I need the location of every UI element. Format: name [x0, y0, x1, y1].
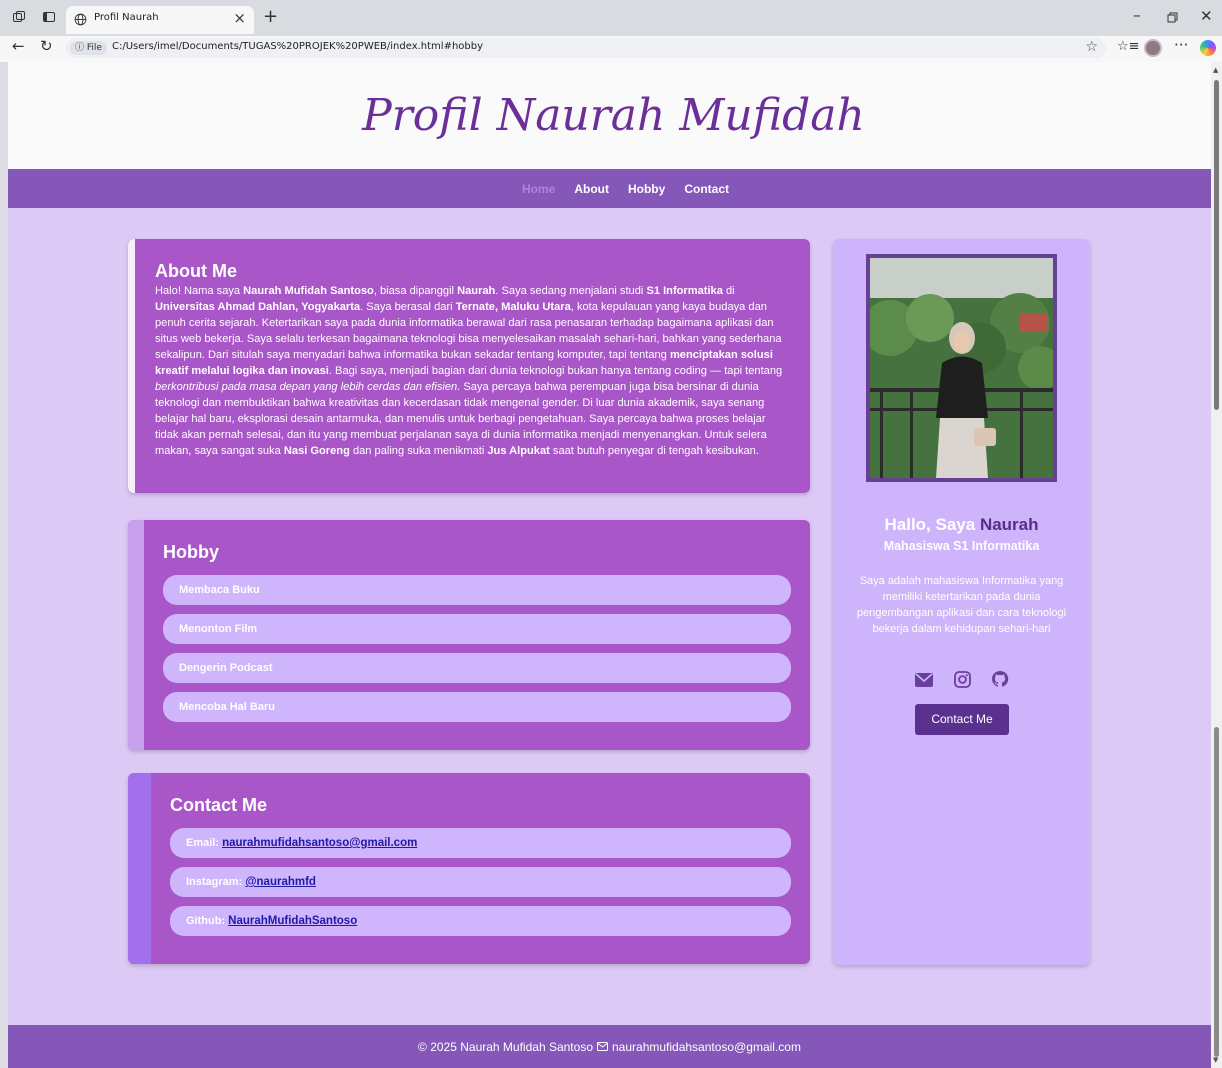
about-text-segment: , biasa dipanggil	[373, 285, 458, 297]
about-bold-text: Naurah	[457, 285, 496, 297]
contact-email-row: Email: naurahmufidahsantoso@gmail.com	[170, 828, 791, 858]
contact-github-label: Github:	[186, 915, 226, 927]
hobby-heading: Hobby	[163, 542, 219, 562]
workspaces-icon[interactable]	[12, 10, 26, 27]
about-bold-text: S1 Informatika	[646, 285, 723, 297]
browser-chrome: Profil Naurah × + – ✕ ← ↻ ⓘ File C:/User…	[0, 0, 1222, 62]
about-bold-text: Universitas Ahmad Dahlan, Yogyakarta	[155, 301, 361, 313]
contact-email-label: Email:	[186, 837, 220, 849]
instagram-icon[interactable]	[953, 670, 971, 692]
contact-instagram-label: Instagram:	[186, 876, 243, 888]
contact-accent-bar	[128, 773, 151, 964]
hobby-item: Menonton Film	[163, 614, 791, 644]
about-bold-text: Ternate, Maluku Utara	[455, 301, 571, 313]
github-icon[interactable]	[991, 670, 1009, 692]
profile-role: Mahasiswa S1 Informatika	[883, 539, 1040, 553]
copilot-icon[interactable]	[1200, 40, 1216, 56]
tab-actions-icon[interactable]	[42, 10, 56, 27]
about-card: About Me Halo! Nama saya Naurah Mufidah …	[128, 239, 810, 493]
profile-greeting: Hallo, Saya Naurah	[884, 515, 1039, 534]
hobby-item: Mencoba Hal Baru	[163, 692, 791, 722]
tab-strip: Profil Naurah × + – ✕	[0, 0, 1222, 36]
contact-github-link[interactable]: NaurahMufidahSantoso	[228, 915, 357, 927]
footer-copyright: © 2025 Naurah Mufidah Santoso	[418, 1039, 593, 1054]
about-bold-text: Jus Alpukat	[487, 445, 550, 457]
close-window-icon[interactable]: ✕	[1200, 9, 1213, 24]
about-accent-bar	[128, 239, 135, 493]
footer-email[interactable]: naurahmufidahsantoso@gmail.com	[612, 1040, 801, 1054]
about-bold-text: Nasi Goreng	[283, 445, 350, 457]
page-footer: © 2025 Naurah Mufidah Santoso naurahmufi…	[8, 1025, 1211, 1068]
nav-about[interactable]: About	[574, 182, 609, 196]
restore-icon[interactable]	[1167, 11, 1178, 26]
page-scrollbar[interactable]: ▲ ▼	[1211, 62, 1222, 1068]
nav-home[interactable]: Home	[522, 182, 555, 196]
contact-me-button[interactable]: Contact Me	[915, 704, 1009, 735]
tab-close-icon[interactable]: ×	[233, 9, 246, 27]
contact-github-row: Github: NaurahMufidahSantoso	[170, 906, 791, 936]
contact-email-link[interactable]: naurahmufidahsantoso@gmail.com	[222, 837, 417, 849]
nav-hobby[interactable]: Hobby	[628, 182, 665, 196]
favorites-icon[interactable]: ☆≡	[1117, 40, 1140, 53]
scrollbar-thumb[interactable]	[1214, 80, 1219, 410]
refresh-icon[interactable]: ↻	[40, 39, 53, 54]
profile-card: Hallo, Saya Naurah Mahasiswa S1 Informat…	[833, 239, 1090, 965]
scroll-up-icon[interactable]: ▲	[1213, 66, 1218, 74]
envelope-icon[interactable]	[915, 672, 933, 691]
more-icon[interactable]: ···	[1174, 38, 1188, 53]
social-links	[915, 670, 1009, 692]
about-heading: About Me	[155, 261, 237, 281]
contact-instagram-link[interactable]: @naurahmfd	[245, 876, 316, 888]
hero-header: Profil Naurah Mufidah	[8, 62, 1211, 169]
url-text: C:/Users/imel/Documents/TUGAS%20PROJEK%2…	[112, 41, 484, 52]
profile-name: Naurah	[979, 515, 1039, 534]
contact-instagram-row: Instagram: @naurahmfd	[170, 867, 791, 897]
site-info-chip[interactable]: ⓘ File	[70, 41, 107, 55]
back-icon[interactable]: ←	[12, 39, 25, 54]
mail-icon	[597, 1040, 608, 1054]
about-text-segment: di	[722, 285, 735, 297]
about-text-segment: Halo! Nama saya	[155, 285, 244, 297]
about-bold-text: Naurah Mufidah Santoso	[243, 285, 374, 297]
nav-contact[interactable]: Contact	[684, 182, 729, 196]
hobby-card: Hobby Membaca Buku Menonton Film Dengeri…	[128, 520, 810, 750]
hobby-item: Dengerin Podcast	[163, 653, 791, 683]
contact-heading: Contact Me	[170, 795, 268, 815]
profile-avatar[interactable]	[1144, 39, 1162, 57]
about-text-segment: . Saya sedang menjalani studi	[495, 285, 647, 297]
new-tab-icon[interactable]: +	[263, 6, 278, 27]
tab-title: Profil Naurah	[94, 12, 159, 23]
web-page: Profil Naurah Mufidah Home About Hobby C…	[8, 62, 1211, 1068]
scroll-down-icon[interactable]: ▼	[1213, 1056, 1218, 1064]
profile-bio: Saya adalah mahasiswa Informatika yang m…	[856, 575, 1067, 635]
main-nav: Home About Hobby Contact	[8, 169, 1211, 208]
about-text-segment: . Bagi saya, menjadi bagian dari dunia t…	[328, 365, 783, 377]
profile-photo	[866, 254, 1057, 482]
info-icon: ⓘ	[75, 43, 87, 53]
about-text-segment: dan paling suka menikmati	[349, 445, 488, 457]
page-title: Profil Naurah Mufidah	[362, 90, 865, 141]
about-text-segment: . Saya berasal dari	[360, 301, 456, 313]
about-paragraph: Halo! Nama saya Naurah Mufidah Santoso, …	[155, 283, 791, 459]
hobby-accent-bar	[128, 520, 144, 750]
globe-icon	[74, 11, 87, 30]
minimize-icon[interactable]: –	[1133, 8, 1141, 23]
scrollbar-track-segment	[1214, 727, 1219, 1057]
about-italic-text: berkontribusi pada masa depan yang lebih…	[155, 381, 461, 393]
address-bar[interactable]: ⓘ File C:/Users/imel/Documents/TUGAS%20P…	[66, 38, 1106, 58]
contact-card: Contact Me Email: naurahmufidahsantoso@g…	[128, 773, 810, 964]
favorite-star-icon[interactable]: ☆	[1085, 39, 1098, 55]
browser-tab[interactable]: Profil Naurah ×	[66, 6, 254, 34]
hobby-item: Membaca Buku	[163, 575, 791, 605]
about-text-segment: saat butuh penyegar di tengah kesibukan.	[549, 445, 759, 457]
